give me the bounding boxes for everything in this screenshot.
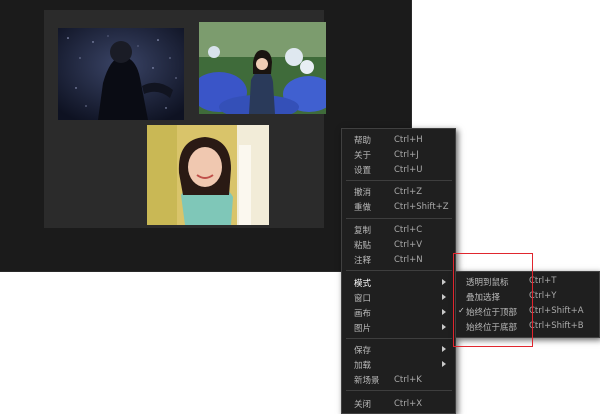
menu-separator (346, 338, 452, 339)
menu-item-save[interactable]: 保存 (342, 342, 455, 357)
menu-item-shortcut: Ctrl+H (394, 134, 423, 145)
menu-item-settings[interactable]: 设置 Ctrl+U (342, 162, 455, 177)
menu-item-shortcut: Ctrl+C (394, 224, 423, 235)
menu-item-label: 关闭 (354, 399, 372, 410)
menu-item-shortcut: Ctrl+K (394, 374, 422, 385)
menu-item-label: 复制 (354, 225, 372, 236)
menu-item-close[interactable]: 关闭 Ctrl+X (342, 396, 455, 411)
menu-item-shortcut: Ctrl+X (394, 398, 423, 409)
menu-item-paste[interactable]: 粘贴 Ctrl+V (342, 237, 455, 252)
chevron-right-icon (442, 324, 446, 330)
menu-item-about[interactable]: 关于 Ctrl+J (342, 147, 455, 162)
menu-item-window[interactable]: 窗口 (342, 290, 455, 305)
menu-item-annotate[interactable]: 注释 Ctrl+N (342, 252, 455, 267)
reference-image-smiling-portrait[interactable] (147, 125, 269, 225)
menu-item-shortcut: Ctrl+V (394, 239, 423, 250)
menu-separator (346, 390, 452, 391)
menu-item-label: 帮助 (354, 135, 372, 146)
reference-image-night-portrait[interactable] (58, 28, 184, 120)
chevron-right-icon (442, 294, 446, 300)
menu-item-label: 模式 (354, 278, 372, 289)
reference-canvas[interactable] (44, 10, 326, 228)
menu-item-image[interactable]: 图片 (342, 320, 455, 335)
menu-item-label: 保存 (354, 345, 372, 356)
menu-item-help[interactable]: 帮助 Ctrl+H (342, 132, 455, 147)
menu-item-load[interactable]: 加载 (342, 357, 455, 372)
menu-item-undo[interactable]: 撤消 Ctrl+Z (342, 184, 455, 199)
submenu-item-shortcut: Ctrl+Y (529, 291, 557, 301)
submenu-item-shortcut: Ctrl+Shift+A (529, 306, 584, 316)
menu-separator (346, 218, 452, 219)
menu-item-shortcut: Ctrl+J (394, 149, 419, 160)
menu-item-label: 粘贴 (354, 240, 372, 251)
screenshot-stage: 帮助 Ctrl+H 关于 Ctrl+J 设置 Ctrl+U 撤消 Ctrl+Z … (0, 0, 600, 414)
menu-item-label: 加载 (354, 360, 372, 371)
menu-item-label: 重做 (354, 202, 372, 213)
chevron-right-icon (442, 279, 446, 285)
menu-item-label: 注释 (354, 255, 372, 266)
menu-item-label: 画布 (354, 308, 372, 319)
submenu-item-shortcut: Ctrl+T (529, 276, 557, 286)
menu-item-label: 新场景 (354, 375, 380, 386)
menu-item-label: 设置 (354, 165, 372, 176)
menu-item-shortcut: Ctrl+U (394, 164, 423, 175)
context-menu: 帮助 Ctrl+H 关于 Ctrl+J 设置 Ctrl+U 撤消 Ctrl+Z … (341, 128, 456, 414)
menu-item-canvas[interactable]: 画布 (342, 305, 455, 320)
reference-image-flower-portrait[interactable] (199, 22, 326, 114)
menu-item-shortcut: Ctrl+N (394, 254, 423, 265)
chevron-right-icon (442, 361, 446, 367)
menu-item-label: 窗口 (354, 293, 372, 304)
chevron-right-icon (442, 346, 446, 352)
highlight-annotation-box (453, 253, 533, 347)
menu-item-mode[interactable]: 模式 (342, 275, 455, 290)
menu-item-shortcut: Ctrl+Shift+Z (394, 201, 449, 212)
menu-item-shortcut: Ctrl+Z (394, 186, 423, 197)
menu-item-copy[interactable]: 复制 Ctrl+C (342, 222, 455, 237)
chevron-right-icon (442, 309, 446, 315)
menu-item-redo[interactable]: 重做 Ctrl+Shift+Z (342, 199, 455, 214)
menu-item-label: 撤消 (354, 187, 372, 198)
menu-item-label: 关于 (354, 150, 372, 161)
menu-separator (346, 180, 452, 181)
menu-item-new-scene[interactable]: 新场景 Ctrl+K (342, 372, 455, 387)
menu-separator (346, 270, 452, 271)
submenu-item-shortcut: Ctrl+Shift+B (529, 321, 584, 331)
menu-item-label: 图片 (354, 323, 372, 334)
